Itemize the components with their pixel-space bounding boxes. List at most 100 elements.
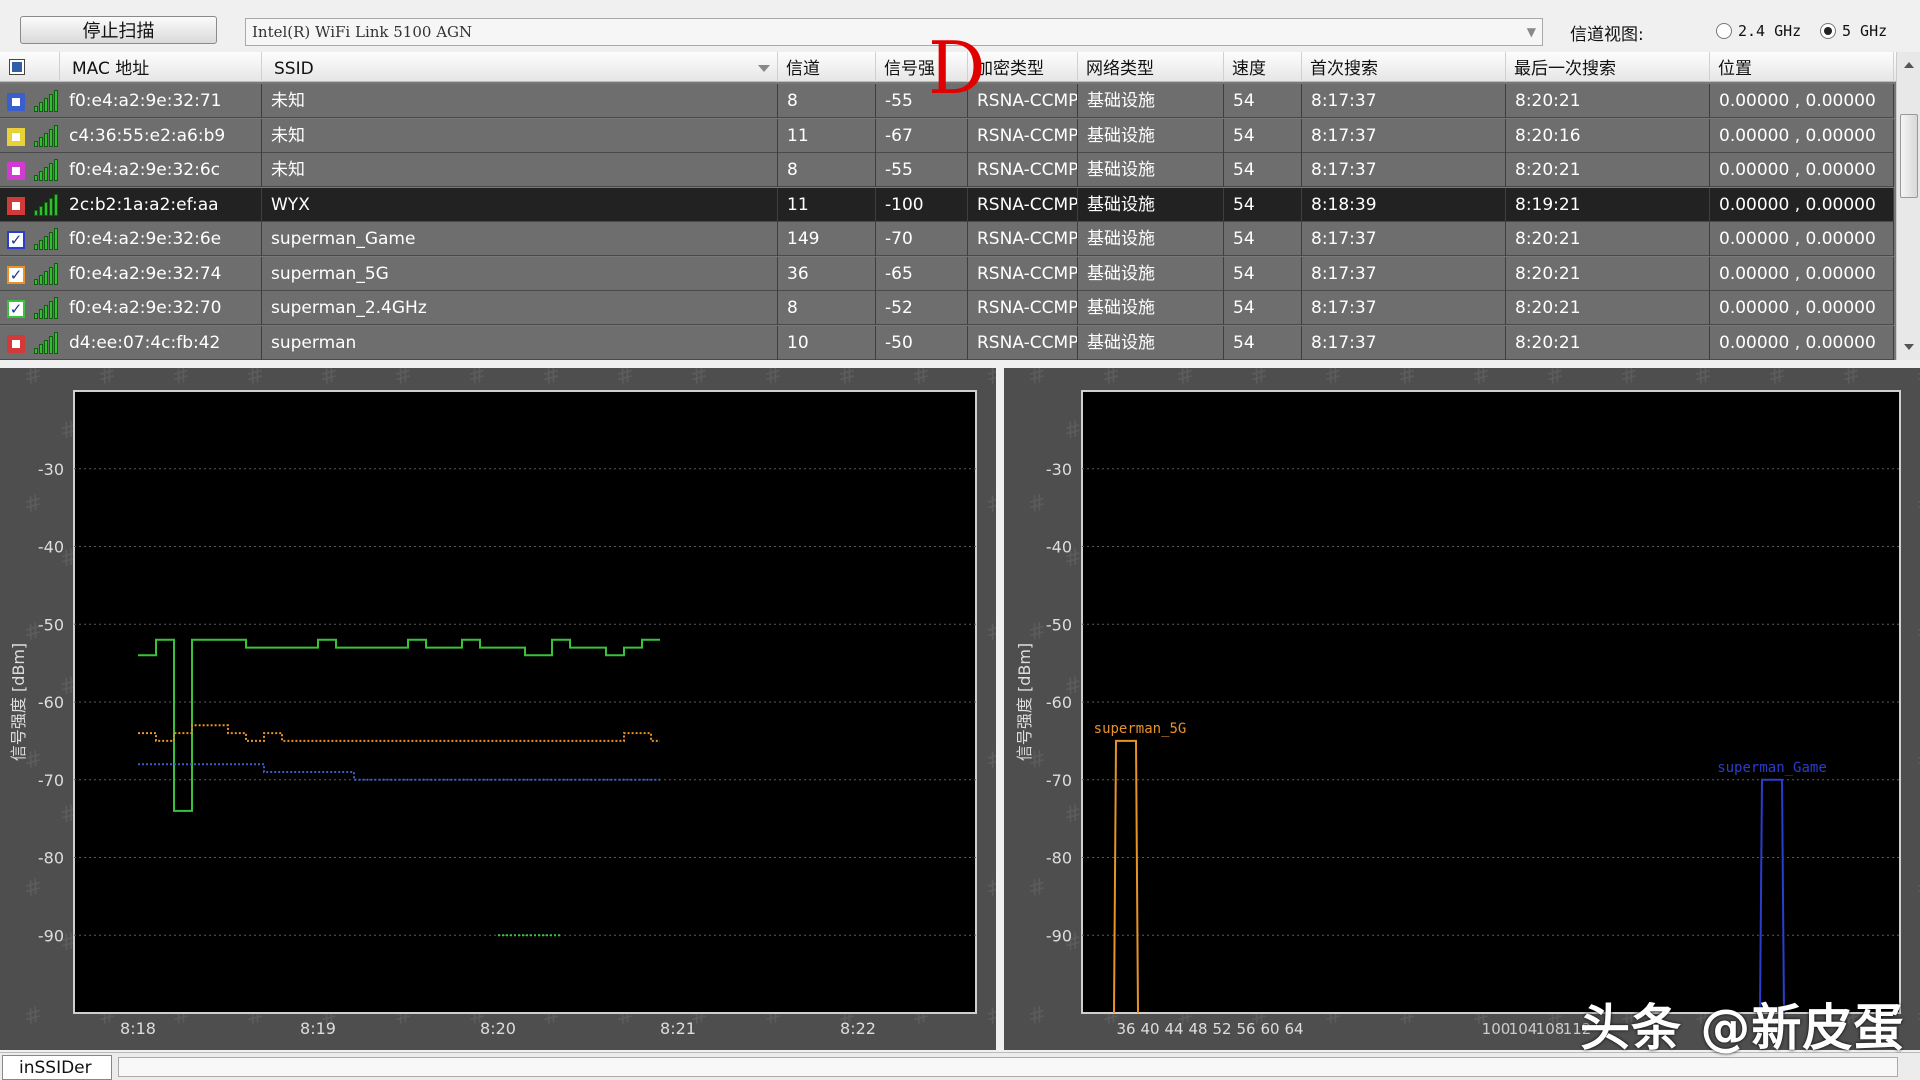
y-axis-label: 信号强度 [dBm] — [1015, 643, 1034, 761]
y-tick-label: -70 — [1046, 771, 1072, 790]
row-checkbox[interactable]: ✓ — [7, 265, 25, 284]
cell-signal: -67 — [876, 118, 968, 153]
y-tick-label: -30 — [38, 460, 64, 479]
row-checkbox[interactable] — [7, 334, 25, 353]
cell-location: 0.00000 , 0.00000 — [1710, 153, 1894, 187]
cell-speed: 54 — [1224, 325, 1302, 360]
signal-bars-icon — [34, 193, 58, 216]
cell-ssid: superman_5G — [262, 256, 778, 291]
signal-bars-icon — [34, 124, 58, 147]
watermark: 头条 @新皮蛋 — [1580, 999, 1905, 1057]
cell-security: RSNA-CCMP — [968, 325, 1078, 360]
cell-ssid: superman_2.4GHz — [262, 291, 778, 325]
row-checkbox[interactable] — [7, 196, 25, 215]
x-tick-label: 8:19 — [300, 1019, 336, 1038]
row-checkbox[interactable]: ✓ — [7, 300, 25, 318]
cell-first-seen: 8:17:37 — [1302, 222, 1506, 256]
series-label: superman_5G — [1094, 721, 1187, 737]
cell-network-type: 基础设施 — [1078, 187, 1224, 222]
cell-ssid: WYX — [262, 187, 778, 222]
cell-last-seen: 8:20:16 — [1506, 118, 1710, 153]
cell-ssid: superman — [262, 325, 778, 360]
signal-bars-icon — [34, 90, 58, 112]
table-row[interactable]: ✓ f0:e4:a2:9e:32:74 superman_5G 36 -65 RSNA-C… — [0, 256, 1894, 291]
select-all-header[interactable] — [0, 52, 60, 82]
cell-channel: 36 — [778, 256, 876, 291]
cell-location: 0.00000 , 0.00000 — [1710, 222, 1894, 256]
time-graph-panel: # # # # # # # # # # # # # # # # # # # # # # # # # # # # # # # # # # # # # # # #… — [0, 368, 996, 1050]
cell-last-seen: 8:20:21 — [1506, 291, 1710, 325]
y-tick-label: -70 — [38, 771, 64, 790]
scroll-down-icon[interactable] — [1904, 344, 1914, 350]
cell-signal: -55 — [876, 153, 968, 187]
table-row[interactable]: d4:ee:07:4c:fb:42 superman 10 -50 RSNA-CCMP 基… — [0, 325, 1894, 360]
cell-mac: f0:e4:a2:9e:32:71 — [60, 84, 262, 118]
cell-first-seen: 8:17:37 — [1302, 325, 1506, 360]
cell-ssid: superman_Game — [262, 222, 778, 256]
cell-network-type: 基础设施 — [1078, 118, 1224, 153]
cell-security: RSNA-CCMP — [968, 153, 1078, 187]
select-all-checkbox[interactable] — [9, 59, 25, 75]
table-row[interactable]: 2c:b2:1a:a2:ef:aa WYX 11 -100 RSNA-CCMP 基础设施 5… — [0, 187, 1894, 222]
cell-speed: 54 — [1224, 153, 1302, 187]
table-row[interactable]: c4:36:55:e2:a6:b9 未知 11 -67 RSNA-CCMP 基础设施 54 8… — [0, 118, 1894, 153]
column-header-speed[interactable]: 速度 — [1224, 52, 1302, 82]
tab-inssider[interactable]: inSSIDer — [2, 1055, 112, 1080]
cell-channel: 11 — [778, 118, 876, 153]
cell-mac: f0:e4:a2:9e:32:74 — [60, 256, 262, 291]
status-field — [118, 1057, 1898, 1077]
column-header-location[interactable]: 位置 — [1710, 52, 1894, 82]
column-header-network-type[interactable]: 网络类型 — [1078, 52, 1224, 82]
cell-last-seen: 8:20:21 — [1506, 222, 1710, 256]
column-header-mac[interactable]: MAC 地址 — [60, 52, 262, 82]
x-tick-label: 56 — [1236, 1020, 1255, 1038]
scroll-up-icon[interactable] — [1904, 62, 1914, 68]
scroll-thumb[interactable] — [1900, 114, 1918, 198]
row-checkbox[interactable] — [7, 127, 25, 146]
cell-signal: -70 — [876, 222, 968, 256]
x-tick-label: 40 — [1140, 1020, 1159, 1038]
y-tick-label: -40 — [38, 538, 64, 557]
cell-channel: 8 — [778, 153, 876, 187]
band-24ghz-radio[interactable]: 2.4 GHz — [1716, 22, 1801, 40]
row-checkbox[interactable] — [7, 162, 25, 180]
row-checkbox[interactable]: ✓ — [7, 231, 25, 249]
cell-mac: f0:e4:a2:9e:32:70 — [60, 291, 262, 325]
cell-signal: -100 — [876, 187, 968, 222]
y-axis-label: 信号强度 [dBm] — [9, 643, 28, 761]
cell-first-seen: 8:17:37 — [1302, 118, 1506, 153]
cell-last-seen: 8:20:21 — [1506, 153, 1710, 187]
y-tick-label: -80 — [38, 849, 64, 868]
signal-bars-icon — [34, 159, 58, 181]
cell-channel: 11 — [778, 187, 876, 222]
x-tick-label: 104 — [1509, 1020, 1538, 1038]
cell-network-type: 基础设施 — [1078, 153, 1224, 187]
band-5ghz-radio[interactable]: 5 GHz — [1820, 22, 1887, 40]
chevron-down-icon: ▼ — [1526, 25, 1536, 39]
cell-speed: 54 — [1224, 187, 1302, 222]
row-checkbox[interactable] — [7, 93, 25, 111]
cell-location: 0.00000 , 0.00000 — [1710, 84, 1894, 118]
column-header-ssid[interactable]: SSID — [262, 52, 778, 82]
column-header-last-seen[interactable]: 最后一次搜索 — [1506, 52, 1710, 82]
cell-mac: f0:e4:a2:9e:32:6c — [60, 153, 262, 187]
table-scrollbar[interactable] — [1896, 52, 1920, 360]
adapter-select[interactable]: Intel(R) WiFi Link 5100 AGN ▼ — [245, 18, 1543, 46]
x-tick-label: 8:22 — [840, 1019, 876, 1038]
table-row[interactable]: ✓ f0:e4:a2:9e:32:70 superman_2.4GHz 8 -52 RSN… — [0, 291, 1894, 325]
column-header-channel[interactable]: 信道 — [778, 52, 876, 82]
cell-mac: c4:36:55:e2:a6:b9 — [60, 118, 262, 153]
y-tick-label: -60 — [1046, 693, 1072, 712]
stop-scan-button[interactable]: 停止扫描 — [20, 16, 217, 44]
column-header-first-seen[interactable]: 首次搜索 — [1302, 52, 1506, 82]
y-tick-label: -60 — [38, 693, 64, 712]
band-5ghz-label: 5 GHz — [1842, 22, 1888, 40]
table-row[interactable]: ✓ f0:e4:a2:9e:32:6e superman_Game 149 -70 RSN… — [0, 222, 1894, 256]
table-row[interactable]: f0:e4:a2:9e:32:6c 未知 8 -55 RSNA-CCMP 基础设施 54 8:… — [0, 153, 1894, 187]
signal-bars-icon — [34, 262, 58, 285]
cell-speed: 54 — [1224, 222, 1302, 256]
cell-ssid: 未知 — [262, 153, 778, 187]
band-24ghz-label: 2.4 GHz — [1738, 22, 1802, 40]
cell-speed: 54 — [1224, 84, 1302, 118]
cell-first-seen: 8:18:39 — [1302, 187, 1506, 222]
